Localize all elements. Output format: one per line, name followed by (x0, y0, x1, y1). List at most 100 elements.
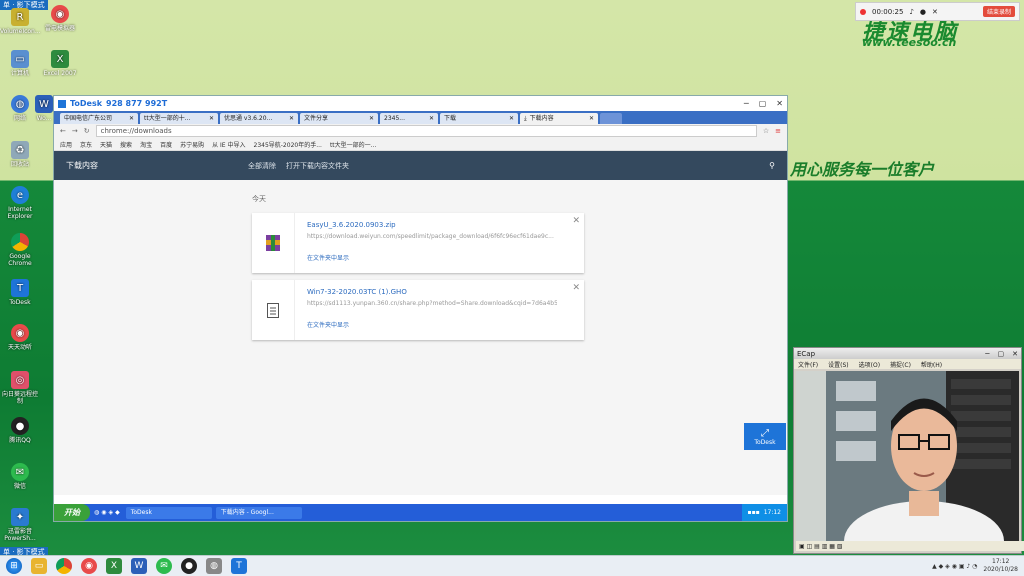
stop-recording-button[interactable]: 结束录制 (982, 6, 1015, 17)
browser-tab[interactable]: tt大型一部的十... ✕ (140, 113, 218, 124)
browser-tab[interactable]: 优思通 v3.6.20... ✕ (220, 113, 298, 124)
show-in-folder-link[interactable]: 在文件夹中显示 (307, 253, 349, 262)
recording-dot-icon (860, 8, 866, 15)
minimize-icon[interactable]: ─ (744, 99, 749, 108)
back-icon[interactable]: ← (60, 127, 66, 135)
windows-start-icon[interactable]: ⊞ (6, 558, 22, 574)
desktop-icon-label: VolumeIcon... (0, 28, 41, 35)
file-explorer-icon[interactable]: ▭ (31, 558, 47, 574)
desktop-icon-ie[interactable]: e Internet Explorer (0, 186, 40, 220)
browser-tab[interactable]: 文件分享 ✕ (300, 113, 378, 124)
tab-close-icon[interactable]: ✕ (209, 113, 214, 124)
menu-item[interactable]: 设置(S) (828, 360, 849, 369)
close-icon[interactable]: ✕ (1012, 350, 1018, 358)
desktop-icon-todesk[interactable]: T ToDesk (0, 279, 40, 306)
taskbar-button-chrome[interactable]: 下载内容 - Googl... (215, 506, 302, 519)
clear-all-link[interactable]: 全部清除 (248, 161, 276, 171)
microphone-icon[interactable]: ● (920, 8, 926, 16)
qq-penguin-icon[interactable]: ● (181, 558, 197, 574)
bookmark-item[interactable]: 应用 (60, 140, 72, 149)
menu-item[interactable]: 选项(O) (859, 360, 880, 369)
browser-tab[interactable]: 2345... ✕ (380, 113, 438, 124)
browser-tab-strip: 中国电信广东公司 ✕ tt大型一部的十... ✕ 优思通 v3.6.20... ✕ 文… (54, 111, 787, 124)
desktop-icon-ttplayer[interactable]: ◉ 天天动听 (0, 324, 40, 351)
tray-icons[interactable]: ▪▪▪ (748, 509, 760, 516)
tab-close-icon[interactable]: ✕ (589, 113, 594, 124)
desktop-icon-sunlogin[interactable]: ◎ 向日葵远程控制 (0, 371, 40, 405)
new-tab-button[interactable] (600, 113, 622, 124)
desktop-icon-xunlei[interactable]: ✦ 迅雷影音 PowerSh... (0, 508, 40, 542)
desktop-icon-label: ToDesk (9, 299, 31, 306)
todesk-side-button[interactable]: ⤢ ToDesk (744, 423, 786, 450)
bookmark-item[interactable]: 天猫 (100, 140, 112, 149)
remove-item-icon[interactable]: ✕ (572, 216, 580, 226)
bookmark-item[interactable]: 搜索 (120, 140, 132, 149)
close-icon[interactable]: ✕ (932, 8, 938, 16)
start-button[interactable]: 开始 (54, 504, 90, 521)
todesk-icon[interactable]: T (231, 558, 247, 574)
download-file-name[interactable]: Win7-32-2020.03TC (1).GHO (307, 288, 407, 296)
menu-item[interactable]: 捕捉(C) (890, 360, 911, 369)
close-icon[interactable]: ✕ (776, 99, 783, 108)
toolbar-icons[interactable]: ▣ ◫ ▤ ▥ ▦ ▧ (799, 543, 843, 550)
maximize-icon[interactable]: ▢ (759, 99, 767, 108)
speaker-icon[interactable]: ♪ (909, 8, 913, 16)
download-file-name[interactable]: EasyU_3.6.2020.0903.zip (307, 221, 396, 229)
show-in-folder-link[interactable]: 在文件夹中显示 (307, 320, 349, 329)
menu-item[interactable]: 帮助(H) (921, 360, 942, 369)
winrar-archive-icon (252, 213, 295, 273)
emulator-icon[interactable]: ◉ (81, 558, 97, 574)
bookmarks-bar: 应用 京东 天猫 搜索 淘宝 百度 苏宁易购 从 IE 中导入 2345导航-2… (54, 138, 787, 151)
bookmark-item[interactable]: 苏宁易购 (180, 140, 204, 149)
browser-tab[interactable]: 中国电信广东公司 ✕ (60, 113, 138, 124)
quick-launch-icons[interactable]: ◍◉◈◆ (94, 509, 122, 516)
tab-close-icon[interactable]: ✕ (369, 113, 374, 124)
tab-close-icon[interactable]: ✕ (289, 113, 294, 124)
todesk-logo-icon (58, 99, 66, 108)
downloads-list: 今天 EasyU_3.6.2020.0903.zip https://downl… (54, 180, 787, 495)
host-system-tray: ▲ ◆ ◈ ◉ ▣ ♪ ◔ 17:12 2020/10/28 (932, 558, 1024, 574)
desktop-icon-qq[interactable]: ● 腾讯QQ (0, 417, 40, 444)
url-input[interactable]: chrome://downloads (95, 125, 757, 137)
tab-close-icon[interactable]: ✕ (429, 113, 434, 124)
remote-taskbar: 开始 ◍◉◈◆ ToDesk 下载内容 - Googl... ▪▪▪ 17:12 (54, 504, 787, 521)
browser-tab-active[interactable]: ⤓ 下载内容 ✕ (520, 113, 598, 124)
bookmark-item[interactable]: 百度 (160, 140, 172, 149)
desktop-icon-computer[interactable]: ▭ 计算机 (0, 50, 40, 77)
todesk-app-name: ToDesk (70, 99, 103, 108)
open-folder-link[interactable]: 打开下载内容文件夹 (286, 161, 349, 171)
desktop-icon-chrome[interactable]: Google Chrome (0, 233, 40, 267)
tray-icons[interactable]: ▲ ◆ ◈ ◉ ▣ ♪ ◔ (932, 563, 977, 570)
bookmark-item[interactable]: 2345导航-2020年的手... (254, 140, 322, 149)
search-icon[interactable]: ⚲ (769, 161, 775, 170)
desktop-icon-word[interactable]: W Wo... (34, 95, 54, 122)
bookmark-star-icon[interactable]: ☆ (763, 127, 769, 135)
menu-item[interactable]: 文件(F) (798, 360, 818, 369)
bookmark-item[interactable]: 淘宝 (140, 140, 152, 149)
tab-close-icon[interactable]: ✕ (509, 113, 514, 124)
desktop-icon-leidian[interactable]: ◉ 雷电模拟器 (40, 5, 80, 32)
desktop-icon-volume[interactable]: R VolumeIcon... (0, 8, 41, 35)
bookmark-item[interactable]: 京东 (80, 140, 92, 149)
chrome-icon[interactable] (56, 558, 72, 574)
desktop-icon-wechat[interactable]: ✉ 微信 (0, 463, 40, 490)
desktop-icon-excel[interactable]: X Excel 2007 (40, 50, 80, 77)
ecap-camera-icon[interactable]: ◍ (206, 558, 222, 574)
forward-icon[interactable]: → (72, 127, 78, 135)
word-icon[interactable]: W (131, 558, 147, 574)
tab-label: 优思通 v3.6.20... (224, 115, 273, 122)
menu-icon[interactable]: ≡ (775, 127, 781, 135)
remove-item-icon[interactable]: ✕ (572, 283, 580, 293)
reload-icon[interactable]: ↻ (84, 127, 90, 135)
bookmark-item[interactable]: tt大型一部的一... (330, 140, 376, 149)
minimize-icon[interactable]: ─ (985, 350, 989, 358)
tab-close-icon[interactable]: ✕ (129, 113, 134, 124)
taskbar-button-todesk[interactable]: ToDesk (125, 506, 212, 519)
browser-tab[interactable]: 下载 ✕ (440, 113, 518, 124)
maximize-icon[interactable]: ▢ (998, 350, 1005, 358)
bookmark-item[interactable]: 从 IE 中导入 (212, 140, 245, 149)
desktop-icon-recycle[interactable]: ♻ 回收站 (0, 141, 40, 168)
wechat-icon[interactable]: ✉ (156, 558, 172, 574)
excel-icon[interactable]: X (106, 558, 122, 574)
host-clock[interactable]: 17:12 2020/10/28 (983, 558, 1018, 574)
